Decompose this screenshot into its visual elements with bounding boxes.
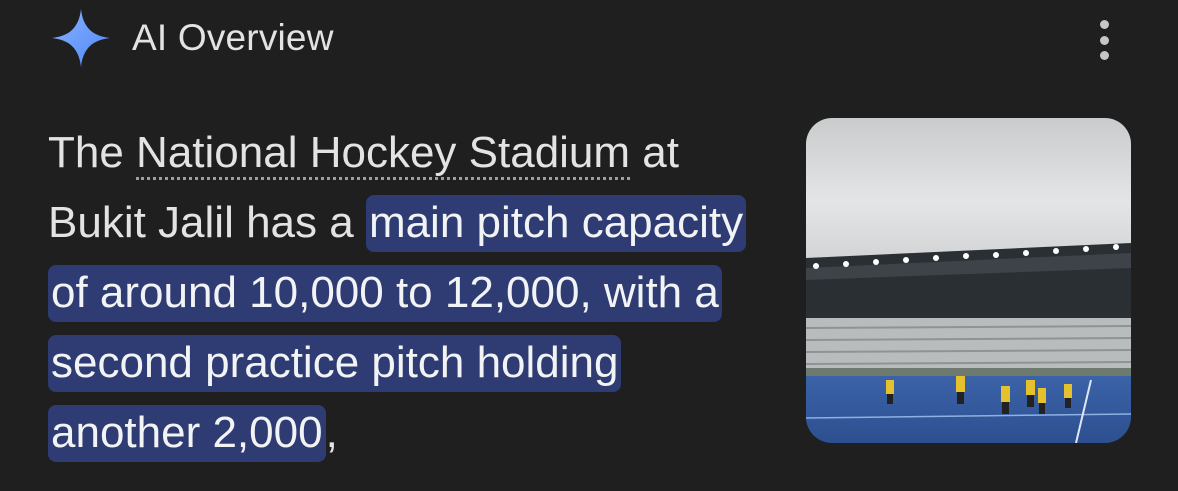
answer-text-after: , [325, 408, 338, 457]
answer-text-before: The [48, 128, 137, 177]
overview-answer-text: The National Hockey Stadium at Bukit Jal… [48, 118, 778, 468]
sparkle-icon [52, 9, 110, 67]
more-vert-icon [1099, 20, 1109, 29]
more-options-button[interactable] [1091, 20, 1117, 60]
ai-overview-title: AI Overview [132, 17, 334, 58]
hockey-stadium-photo [806, 118, 1131, 443]
stadium-thumbnail[interactable] [806, 118, 1131, 443]
ai-overview-header: AI Overview [50, 8, 334, 68]
entity-link-stadium[interactable]: National Hockey Stadium [136, 128, 631, 180]
